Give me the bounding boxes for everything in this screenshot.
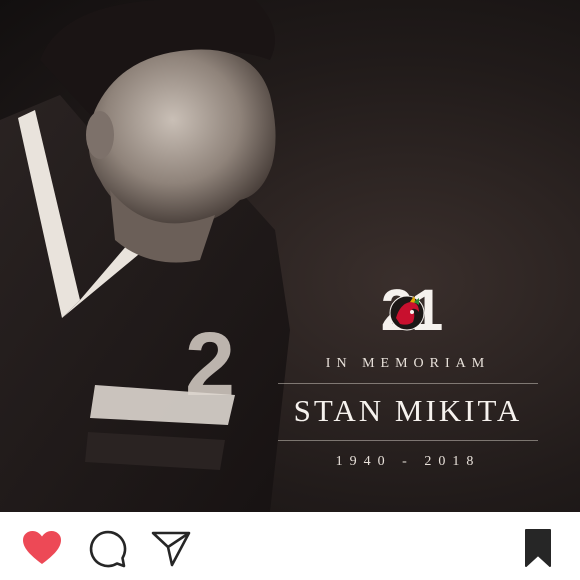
divider-top: [278, 383, 538, 384]
comment-icon[interactable]: [87, 530, 127, 568]
in-memoriam-label: IN MEMORIAM: [325, 356, 491, 371]
player-name: STAN MIKITA: [293, 393, 523, 428]
post-action-bar: [0, 512, 580, 580]
team-logo-icon: [389, 295, 425, 331]
divider-bottom: [278, 440, 538, 441]
paper-plane-icon[interactable]: [151, 530, 191, 568]
memorial-photo[interactable]: 2 21 IN MEMORIAM STAN MIKITA: [0, 0, 580, 512]
heart-icon[interactable]: [22, 530, 62, 566]
instagram-post: 2 21 IN MEMORIAM STAN MIKITA: [0, 0, 580, 580]
memoriam-text-block: 21 IN MEMORIAM STAN MIKITA 1940 - 2018: [258, 278, 558, 478]
life-years: 1940 - 2018: [335, 454, 481, 469]
bookmark-icon[interactable]: [524, 528, 552, 568]
